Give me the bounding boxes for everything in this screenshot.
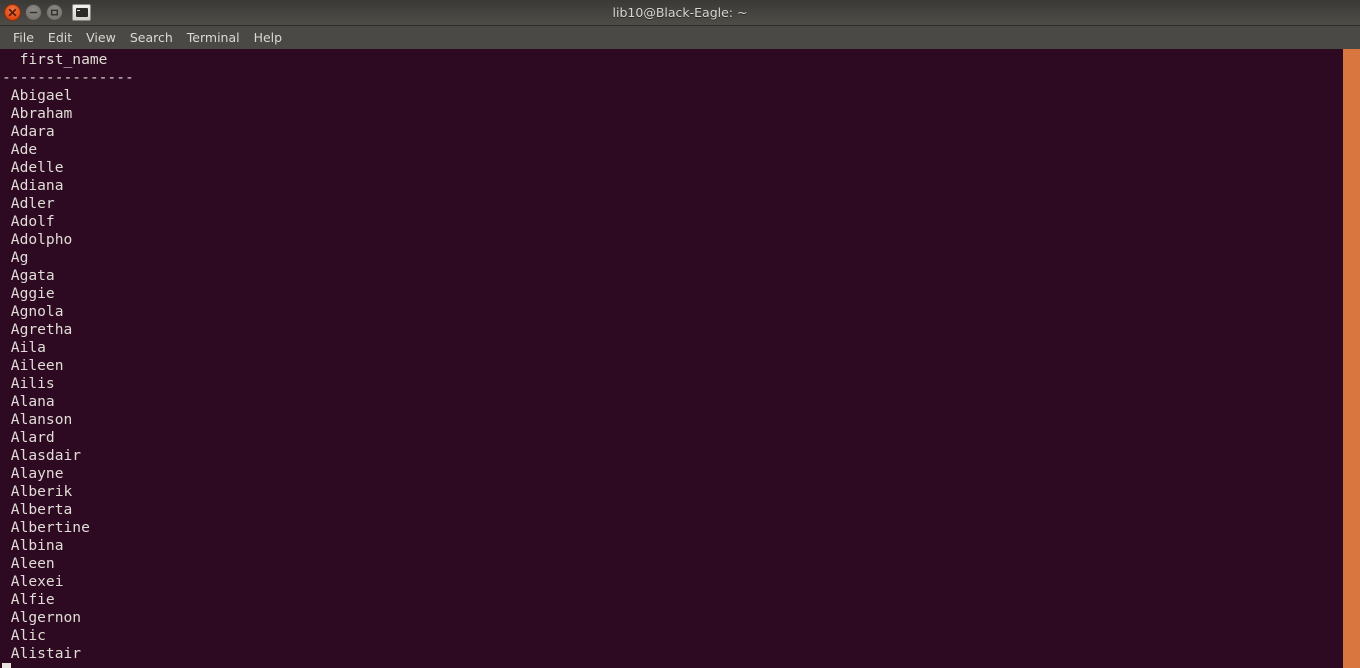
result-row: Alistair (2, 645, 82, 662)
result-row: Alexei (2, 573, 64, 590)
terminal-window: lib10@Black-Eagle: ~ File Edit View Sear… (0, 0, 1360, 668)
minimize-icon (29, 8, 38, 17)
result-row: Agata (2, 267, 55, 284)
result-row: Alana (2, 393, 55, 410)
result-row: Alard (2, 429, 55, 446)
result-row: Alberta (2, 501, 73, 518)
result-row: Aleen (2, 555, 55, 572)
result-row: Abigael (2, 87, 73, 104)
terminal-icon[interactable] (72, 4, 91, 21)
window-controls (0, 4, 91, 21)
maximize-button[interactable] (46, 4, 63, 21)
result-row: Albina (2, 537, 64, 554)
close-button[interactable] (4, 4, 21, 21)
result-row: Abraham (2, 105, 73, 122)
result-row: Alayne (2, 465, 64, 482)
result-row: Adler (2, 195, 55, 212)
menu-item-edit[interactable]: Edit (41, 28, 79, 47)
terminal-area: first_name --------------- Abigael Abrah… (0, 49, 1360, 668)
window-title: lib10@Black-Eagle: ~ (612, 5, 748, 20)
result-row: Ade (2, 141, 38, 158)
result-row: Alasdair (2, 447, 82, 464)
result-row: Aggie (2, 285, 55, 302)
menu-item-help[interactable]: Help (247, 28, 290, 47)
menu-item-view[interactable]: View (79, 28, 123, 47)
title-bar: lib10@Black-Eagle: ~ (0, 0, 1360, 26)
result-row: Ag (2, 249, 29, 266)
menu-item-terminal[interactable]: Terminal (180, 28, 247, 47)
result-row: Alic (2, 627, 46, 644)
cursor-line (0, 663, 1343, 668)
scrollbar-thumb[interactable] (1343, 49, 1360, 668)
minimize-button[interactable] (25, 4, 42, 21)
menu-bar: File Edit View Search Terminal Help (0, 26, 1360, 49)
result-row: Alanson (2, 411, 73, 428)
menu-item-search[interactable]: Search (123, 28, 180, 47)
result-row: Albertine (2, 519, 90, 536)
result-row: Aileen (2, 357, 64, 374)
result-row: Adelle (2, 159, 64, 176)
column-separator: --------------- (2, 69, 134, 86)
text-cursor (2, 663, 11, 668)
result-row: Adara (2, 123, 55, 140)
result-row: Agretha (2, 321, 73, 338)
scrollbar[interactable] (1343, 49, 1360, 668)
result-row: Adolf (2, 213, 55, 230)
result-row: Adiana (2, 177, 64, 194)
result-row: Ailis (2, 375, 55, 392)
result-rows: Abigael Abraham Adara Ade Adelle Adiana … (0, 87, 1343, 663)
result-row: Adolpho (2, 231, 73, 248)
column-header: first_name (2, 51, 108, 68)
terminal-icon-screen (75, 8, 88, 17)
result-row: Alberik (2, 483, 73, 500)
result-row: Alfie (2, 591, 55, 608)
maximize-icon (50, 8, 59, 17)
result-row: Aila (2, 339, 46, 356)
result-row: Algernon (2, 609, 82, 626)
menu-item-file[interactable]: File (6, 28, 41, 47)
close-icon (8, 8, 17, 17)
result-row: Agnola (2, 303, 64, 320)
terminal-output[interactable]: first_name --------------- Abigael Abrah… (0, 49, 1343, 668)
